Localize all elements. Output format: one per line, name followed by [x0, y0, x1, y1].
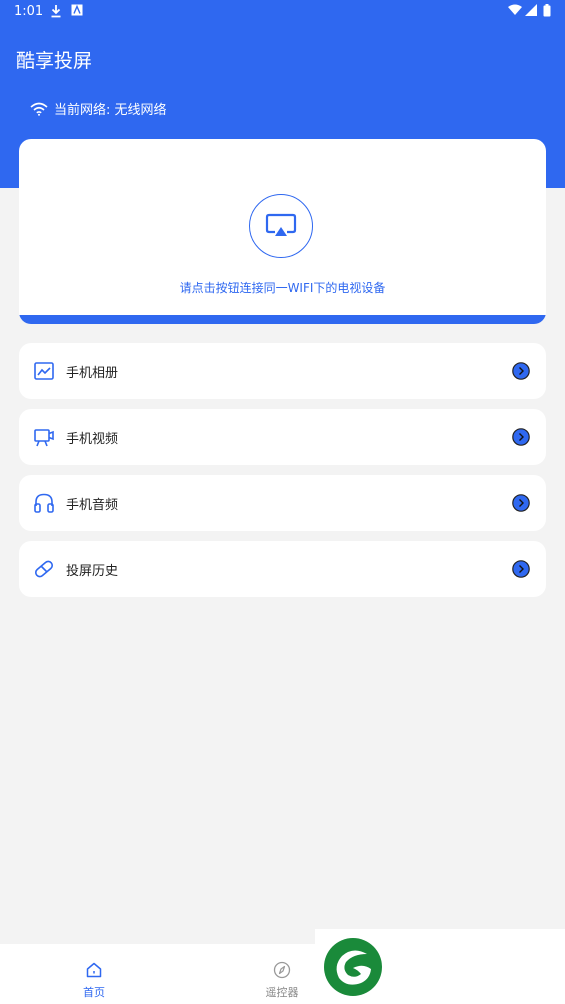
- wifi-icon: [30, 102, 48, 116]
- cast-button[interactable]: [249, 194, 313, 258]
- signal-icon: [525, 4, 537, 19]
- nav-home[interactable]: 首页: [29, 944, 159, 1004]
- menu-label: 手机视频: [66, 432, 119, 447]
- home-icon: [86, 962, 102, 978]
- menu-label: 手机音频: [66, 498, 119, 513]
- status-time: 1:01: [14, 4, 44, 19]
- cast-card: 请点击按钮连接同一WIFI下的电视设备: [19, 139, 546, 324]
- headphones-icon: [34, 493, 54, 513]
- download-icon: [50, 4, 62, 21]
- compass-icon: [273, 961, 291, 979]
- screen-cast-icon: [265, 213, 297, 236]
- menu-label: 投屏历史: [66, 564, 119, 579]
- photo-album-icon: [34, 362, 54, 380]
- app-title: 酷享投屏: [16, 50, 93, 72]
- cast-hint: 请点击按钮连接同一WIFI下的电视设备: [179, 281, 386, 295]
- video-camera-icon: [34, 429, 54, 447]
- menu-label: 手机相册: [66, 366, 119, 381]
- chevron-right-icon: [512, 362, 530, 380]
- watermark-logo-area: [315, 929, 565, 1004]
- network-label: 当前网络: 无线网络: [54, 103, 167, 118]
- app-notification-icon: [71, 4, 83, 19]
- chevron-right-icon: [512, 560, 530, 578]
- nav-home-label: 首页: [83, 986, 105, 999]
- wifi-status-icon: [508, 4, 522, 19]
- battery-icon: [543, 4, 551, 20]
- menu-item-photo-album[interactable]: 手机相册: [19, 343, 546, 399]
- chevron-right-icon: [512, 494, 530, 512]
- menu-item-history[interactable]: 投屏历史: [19, 541, 546, 597]
- menu-item-audio[interactable]: 手机音频: [19, 475, 546, 531]
- chevron-right-icon: [512, 428, 530, 446]
- network-status: 当前网络: 无线网络: [30, 99, 167, 118]
- cast-card-accent-bar: [19, 315, 546, 324]
- menu-item-video[interactable]: 手机视频: [19, 409, 546, 465]
- pill-history-icon: [34, 560, 54, 578]
- green-leaf-logo: [324, 938, 382, 996]
- status-bar: 1:01: [0, 0, 565, 24]
